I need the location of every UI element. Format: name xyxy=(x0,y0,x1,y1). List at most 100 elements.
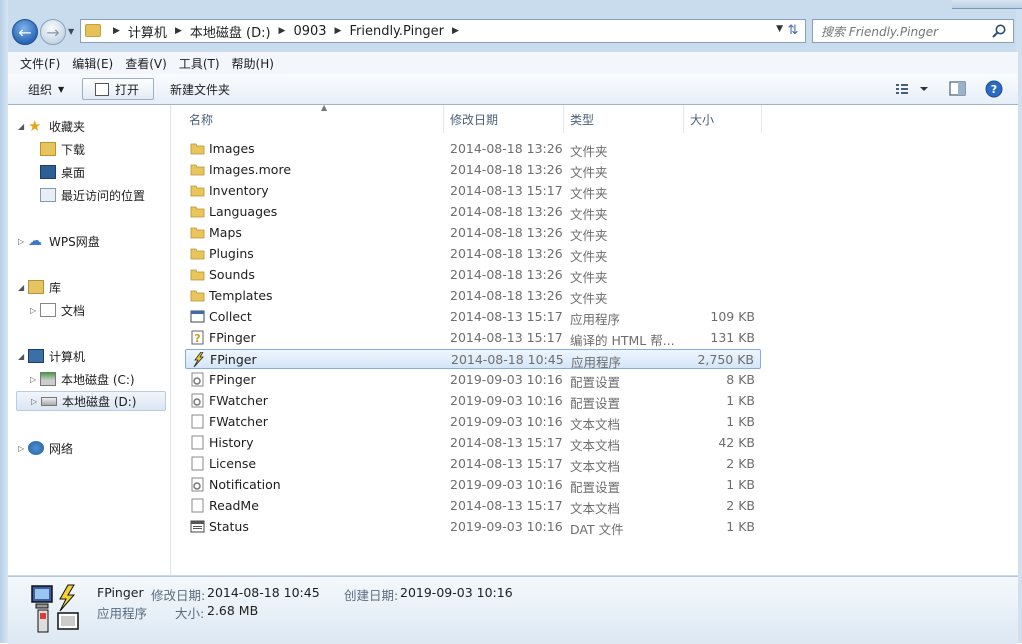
expand-arrow-icon[interactable]: ◢ xyxy=(18,283,28,292)
computer-icon xyxy=(28,349,44,363)
preview-pane-button[interactable] xyxy=(948,78,968,100)
refresh-icon[interactable]: ⇅ xyxy=(785,22,801,40)
file-row[interactable]: Maps 2014-08-18 13:26 文件夹 xyxy=(185,223,761,243)
file-row[interactable]: License 2014-08-13 15:17 文本文档 2 KB xyxy=(185,454,761,474)
menu-file[interactable]: 文件(F) xyxy=(20,55,60,72)
breadcrumb-arrow-icon[interactable]: ▶ xyxy=(175,26,182,36)
breadcrumb-arrow-icon[interactable]: ▶ xyxy=(279,26,286,36)
column-header-date[interactable]: 修改日期 xyxy=(444,105,564,133)
recent-pages-dropdown[interactable]: ▼ xyxy=(68,27,78,37)
expand-arrow-icon[interactable]: ▷ xyxy=(18,237,28,246)
file-row[interactable]: Languages 2014-08-18 13:26 文件夹 xyxy=(185,202,761,222)
file-row[interactable]: Templates 2014-08-18 13:26 文件夹 xyxy=(185,286,761,306)
breadcrumb-computer[interactable]: 计算机 xyxy=(128,22,167,41)
breadcrumb-friendly-pinger[interactable]: Friendly.Pinger xyxy=(349,24,444,39)
search-icon[interactable] xyxy=(991,23,1007,39)
file-row[interactable]: Notification 2019-09-03 10:16 配置设置 1 KB xyxy=(185,475,761,495)
column-header-type[interactable]: 类型 xyxy=(564,105,684,133)
file-name: FWatcher xyxy=(209,414,268,429)
menu-view[interactable]: 查看(V) xyxy=(125,55,167,72)
column-header-size[interactable]: 大小 xyxy=(684,105,762,133)
nav-computer[interactable]: ◢ 计算机 xyxy=(18,346,85,366)
breadcrumb-arrow-icon[interactable]: ▶ xyxy=(452,26,459,36)
file-name: License xyxy=(209,456,257,471)
forward-button[interactable]: → xyxy=(40,19,66,45)
search-input[interactable] xyxy=(819,22,991,42)
file-row[interactable]: Images 2014-08-18 13:26 文件夹 xyxy=(185,139,761,159)
file-row[interactable]: FWatcher 2019-09-03 10:16 配置设置 1 KB xyxy=(185,391,761,411)
file-date: 2019-09-03 10:16 xyxy=(450,414,563,429)
library-icon xyxy=(28,280,44,294)
search-box[interactable] xyxy=(812,19,1014,43)
address-history-dropdown-icon[interactable]: ▼ xyxy=(776,24,783,34)
file-row[interactable]: Sounds 2014-08-18 13:26 文件夹 xyxy=(185,265,761,285)
file-date: 2019-09-03 10:16 xyxy=(450,393,563,408)
file-row[interactable]: Status 2019-09-03 10:16 DAT 文件 1 KB xyxy=(185,517,761,537)
nav-network[interactable]: ▷ 网络 xyxy=(18,438,73,458)
breadcrumb-arrow-icon[interactable]: ▶ xyxy=(113,26,120,36)
file-row[interactable]: Collect 2014-08-13 15:17 应用程序 109 KB xyxy=(185,307,761,327)
file-row[interactable]: ReadMe 2014-08-13 15:17 文本文档 2 KB xyxy=(185,496,761,516)
file-type: 文本文档 xyxy=(570,459,621,474)
nav-drive-d[interactable]: ▷ 本地磁盘 (D:) xyxy=(16,391,166,411)
open-button[interactable]: 打开 xyxy=(82,78,154,100)
file-size: 1 KB xyxy=(726,393,755,408)
file-row[interactable]: Plugins 2014-08-18 13:26 文件夹 xyxy=(185,244,761,264)
file-type: 文件夹 xyxy=(570,165,608,180)
column-header-name[interactable]: ▲ 名称 xyxy=(183,103,444,133)
window-caption-buttons[interactable] xyxy=(952,0,1022,9)
file-date: 2014-08-18 13:26 xyxy=(450,141,563,156)
nav-drive-c[interactable]: ▷ 本地磁盘 (C:) xyxy=(30,369,135,389)
breadcrumb-0903[interactable]: 0903 xyxy=(293,24,326,39)
new-folder-button[interactable]: 新建文件夹 xyxy=(170,78,230,100)
cloud-icon: ☁ xyxy=(28,233,42,249)
file-date: 2014-08-18 13:26 xyxy=(450,288,563,303)
nav-favorites-label: 收藏夹 xyxy=(49,119,86,134)
lightning-icon xyxy=(191,351,206,368)
address-bar[interactable]: ▶ 计算机 ▶ 本地磁盘 (D:) ▶ 0903 ▶ Friendly.Ping… xyxy=(80,19,806,43)
file-name: Templates xyxy=(209,288,273,303)
menu-bar: 文件(F) 编辑(E) 查看(V) 工具(T) 帮助(H) xyxy=(8,52,1018,74)
back-button[interactable]: ← xyxy=(12,19,38,45)
file-row[interactable]: FPinger 2014-08-18 10:45 应用程序 2,750 KB xyxy=(185,349,761,370)
file-row[interactable]: FWatcher 2019-09-03 10:16 文本文档 1 KB xyxy=(185,412,761,432)
menu-tools[interactable]: 工具(T) xyxy=(179,55,220,72)
nav-favorites[interactable]: ◢ ★ 收藏夹 xyxy=(18,116,85,136)
file-row[interactable]: Inventory 2014-08-13 15:17 文件夹 xyxy=(185,181,761,201)
help-button[interactable]: ? xyxy=(984,78,1004,100)
expand-arrow-icon[interactable]: ◢ xyxy=(18,352,28,361)
details-created-value: 2019-09-03 10:16 xyxy=(400,585,513,600)
nav-desktop[interactable]: 桌面 xyxy=(40,162,85,182)
expand-arrow-icon[interactable]: ▷ xyxy=(30,306,40,315)
nav-network-label: 网络 xyxy=(49,441,74,456)
file-type: 应用程序 xyxy=(571,355,622,370)
column-size-label: 大小 xyxy=(690,112,715,127)
nav-documents-label: 文档 xyxy=(61,303,86,318)
expand-arrow-icon[interactable]: ▷ xyxy=(18,444,28,453)
nav-downloads-label: 下载 xyxy=(61,142,86,157)
file-type: 文件夹 xyxy=(570,249,608,264)
folder-icon xyxy=(190,225,205,240)
folder-icon xyxy=(190,162,205,177)
nav-documents[interactable]: ▷ 文档 xyxy=(30,300,85,320)
expand-arrow-icon[interactable]: ◢ xyxy=(18,122,28,131)
expand-arrow-icon[interactable]: ▷ xyxy=(30,375,40,384)
nav-libraries[interactable]: ◢ 库 xyxy=(18,277,61,297)
nav-wps[interactable]: ▷ ☁ WPS网盘 xyxy=(18,231,100,251)
organize-button[interactable]: 组织 ▼ xyxy=(28,78,64,100)
file-row[interactable]: Images.more 2014-08-18 13:26 文件夹 xyxy=(185,160,761,180)
preview-pane-icon xyxy=(949,81,966,96)
menu-help[interactable]: 帮助(H) xyxy=(232,55,274,72)
file-row[interactable]: History 2014-08-13 15:17 文本文档 42 KB xyxy=(185,433,761,453)
file-type: 配置设置 xyxy=(570,375,621,390)
file-row[interactable]: ? FPinger 2014-08-13 15:17 编译的 HTML 帮... 131… xyxy=(185,328,761,348)
view-options-button[interactable] xyxy=(894,78,934,100)
expand-arrow-icon[interactable]: ▷ xyxy=(31,397,41,406)
nav-recent[interactable]: 最近访问的位置 xyxy=(40,185,145,205)
breadcrumb-arrow-icon[interactable]: ▶ xyxy=(335,26,342,36)
config-icon xyxy=(190,477,205,492)
menu-edit[interactable]: 编辑(E) xyxy=(72,55,113,72)
file-row[interactable]: FPinger 2019-09-03 10:16 配置设置 8 KB xyxy=(185,370,761,390)
breadcrumb-drive-d[interactable]: 本地磁盘 (D:) xyxy=(190,22,271,41)
nav-downloads[interactable]: 下载 xyxy=(40,139,85,159)
